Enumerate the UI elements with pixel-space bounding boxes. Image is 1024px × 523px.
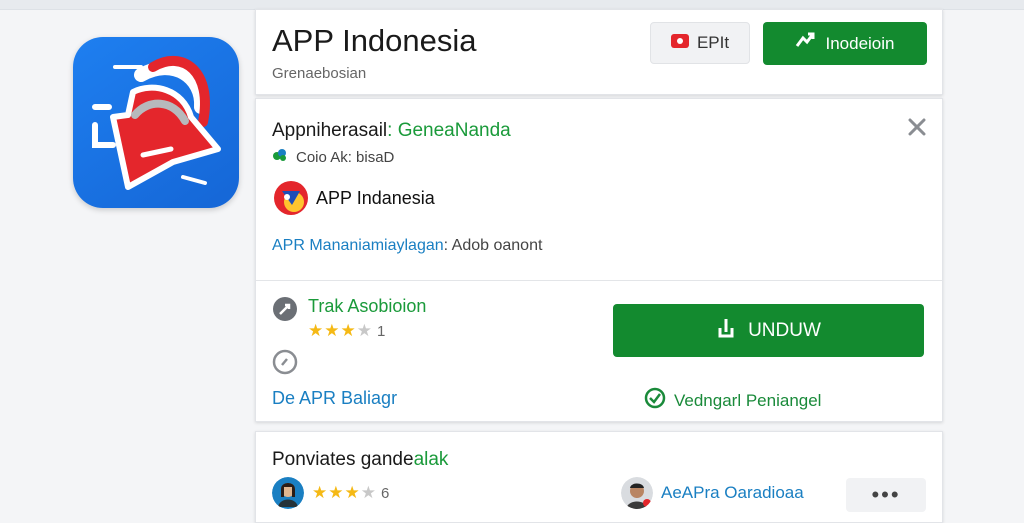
permission-link[interactable]: APR Mananiamiaylagan [272,237,444,254]
review1-count: 6 [381,485,391,502]
app-header-card: APP Indonesia Grenaebosian EPIt Inodeioi… [255,9,943,95]
star-1: ★ [308,321,325,340]
reviews-title-accent: alak [413,449,449,470]
reviews-title-main: Ponviates gande [272,449,414,470]
permission-line: APR Mananiamiaylagan: Adob oanont [272,237,542,255]
edit-label: EPIt [696,33,730,52]
history-icon [272,296,298,327]
avatar [272,477,304,509]
install-label: Inodeioin [825,33,895,53]
app-mini-icon [272,179,310,217]
check-circle-icon [644,387,666,414]
developer-line: Coio Ak: bisaD [272,148,394,166]
install-button[interactable]: Inodeioin [763,22,927,65]
reviewer-name[interactable]: AeAPra Oaradioaa [661,483,804,503]
app-info-card: Appniherasail: GeneaNanda Coio Ak: bisaD… [255,98,943,422]
star-2: ★ [328,483,345,502]
rating-count: 1 [377,323,387,340]
download-label: UNDUW [748,319,821,341]
info-title-main: Appniherasail [272,120,388,141]
app-name-row: APP Indanesia [272,179,435,217]
star-4: ★ [360,483,377,502]
permission-rest: : Adob oanont [443,237,543,254]
reviews-card: Ponviates gandealak ★★★★ 6 AeAPra Oaradio… [255,431,943,523]
install-arrow-icon [795,32,815,55]
info-title: Appniherasail: GeneaNanda [272,120,511,142]
star-3: ★ [340,321,357,340]
star-4: ★ [356,321,373,340]
app-name: APP Indanesia [316,187,435,208]
close-icon[interactable] [906,116,928,138]
download-arrow-icon [716,317,736,345]
review1-stars: ★★★★ 6 [312,483,390,503]
verified-badge: Vedngarl Peniangel [644,387,821,414]
review-item-1: ★★★★ 6 [272,477,390,509]
edit-button[interactable]: EPIt [650,22,750,64]
app-subtitle: Grenaebosian [272,65,367,82]
developer-text: Coio Ak: bisaD [296,148,395,166]
dev-leaf-icon [272,148,288,166]
more-icon[interactable]: ••• [846,478,926,512]
star-3: ★ [344,483,361,502]
app-title: APP Indonesia [272,23,477,58]
reviews-title: Ponviates gandealak [272,449,448,471]
version-row: Trak Asobioion ★★★★ 1 [272,296,426,341]
info-circle-icon[interactable] [272,349,298,375]
version-stars: ★★★★ 1 [308,321,426,341]
detail-link[interactable]: De APR Baliagr [272,388,397,409]
avatar [621,477,653,509]
edit-icon [670,33,689,53]
info-title-accent: : GeneaNanda [387,120,511,141]
star-2: ★ [324,321,341,340]
version-label: Trak Asobioion [308,296,427,316]
verified-label: Vedngarl Peniangel [674,390,822,410]
app-logo-icon [73,37,239,208]
review-item-2: AeAPra Oaradioaa [621,477,804,509]
star-1: ★ [312,483,329,502]
download-button[interactable]: UNDUW [613,304,924,357]
divider [256,280,942,281]
